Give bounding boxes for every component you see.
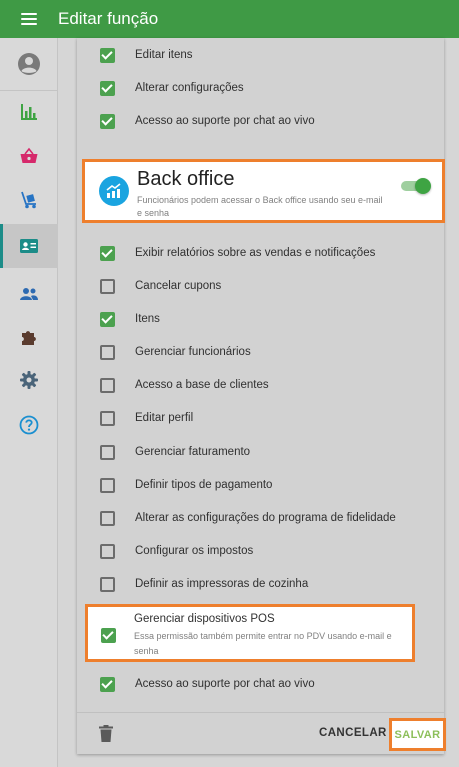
permission-label: Itens [135, 313, 160, 325]
permission-row[interactable]: Definir tipos de pagamento [77, 476, 444, 494]
cancel-button[interactable]: CANCELAR [319, 727, 387, 739]
save-button[interactable]: SALVAR [389, 718, 446, 751]
back-office-toggle[interactable] [401, 178, 431, 194]
permission-row[interactable]: Acesso ao suporte por chat ao vivo [77, 675, 444, 693]
permission-row[interactable]: Acesso ao suporte por chat ao vivo [77, 112, 444, 130]
permission-row[interactable]: Editar perfil [77, 409, 444, 427]
permission-label: Configurar os impostos [135, 545, 254, 557]
permission-row[interactable]: Alterar as configurações do programa de … [77, 509, 444, 527]
permission-row[interactable]: Editar itens [77, 46, 444, 64]
page-title: Editar função [58, 9, 159, 28]
permission-row[interactable]: Cancelar cupons [77, 277, 444, 295]
permission-row[interactable]: Exibir relatórios sobre as vendas e noti… [77, 244, 444, 262]
back-office-title: Back office [137, 168, 235, 190]
checkbox-unchecked[interactable] [100, 444, 115, 460]
permission-label: Gerenciar faturamento [135, 446, 251, 458]
permission-label: Editar itens [135, 49, 193, 61]
permission-description: Essa permissão também permite entrar no … [134, 631, 392, 656]
permission-row[interactable]: Itens [77, 310, 444, 328]
checkbox-checked[interactable] [100, 245, 115, 261]
permission-label: Cancelar cupons [135, 280, 222, 292]
back-office-logo-icon [99, 176, 129, 206]
toggle-knob [415, 178, 431, 194]
sidebar-item-employees[interactable] [0, 224, 58, 268]
sidebar-item-customers[interactable] [0, 272, 58, 316]
sidebar-item-account[interactable] [0, 42, 58, 86]
permission-label: Definir tipos de pagamento [135, 479, 273, 491]
checkbox-unchecked[interactable] [100, 410, 115, 426]
settings-icon [20, 371, 38, 389]
sidebar-item-integrations[interactable] [0, 315, 58, 359]
checkbox-unchecked[interactable] [100, 477, 115, 493]
basket-icon [20, 147, 38, 163]
customers-icon [20, 288, 38, 300]
help-icon [19, 415, 39, 435]
checkbox-checked[interactable] [100, 80, 115, 96]
permission-label: Editar perfil [135, 412, 194, 424]
role-editor-card: Editar itens Alterar configurações Acess… [77, 38, 446, 754]
permission-row[interactable]: Configurar os impostos [77, 542, 444, 560]
app-bar: Editar função [0, 0, 459, 38]
back-office-header: Back office Funcionários podem acessar o… [82, 159, 445, 223]
sidebar-item-help[interactable] [0, 403, 58, 447]
permission-label: Acesso ao suporte por chat ao vivo [135, 115, 315, 127]
permission-label: Alterar configurações [135, 82, 244, 94]
avatar-icon [18, 53, 40, 75]
permission-label: Gerenciar funcionários [135, 346, 251, 358]
permission-row[interactable]: Gerenciar funcionários [77, 343, 444, 361]
permission-label: Gerenciar dispositivos POS [134, 613, 275, 625]
checkbox-checked[interactable] [100, 113, 115, 129]
inventory-icon [21, 191, 36, 209]
back-office-description: Funcionários podem acessar o Back office… [137, 195, 383, 218]
manage-pos-permission[interactable]: Gerenciar dispositivos POS Essa permissã… [85, 604, 415, 662]
permission-label: Acesso a base de clientes [135, 379, 269, 391]
permission-label: Exibir relatórios sobre as vendas e noti… [135, 247, 376, 259]
card-footer: CANCELAR SALVAR [77, 712, 446, 754]
checkbox-unchecked[interactable] [100, 576, 115, 592]
save-button-label: SALVAR [394, 728, 441, 741]
checkbox-checked[interactable] [100, 676, 115, 692]
checkbox-unchecked[interactable] [100, 278, 115, 294]
checkbox-unchecked[interactable] [100, 543, 115, 559]
checkbox-unchecked[interactable] [100, 510, 115, 526]
sidebar-item-reports[interactable] [0, 90, 58, 134]
checkbox-checked[interactable] [100, 47, 115, 63]
integrations-icon [22, 331, 36, 345]
checkbox-unchecked[interactable] [100, 344, 115, 360]
reports-icon [21, 104, 37, 120]
sidebar-item-sales[interactable] [0, 134, 58, 178]
permission-row[interactable]: Gerenciar faturamento [77, 443, 444, 461]
permission-label: Alterar as configurações do programa de … [135, 512, 396, 524]
permission-label: Acesso ao suporte por chat ao vivo [135, 678, 315, 690]
permission-row[interactable]: Acesso a base de clientes [77, 376, 444, 394]
hamburger-menu-icon[interactable] [21, 13, 37, 25]
permission-row[interactable]: Definir as impressoras de cozinha [77, 575, 444, 593]
sidebar-nav [0, 38, 58, 767]
checkbox-checked[interactable] [101, 628, 116, 643]
checkbox-unchecked[interactable] [100, 377, 115, 393]
sidebar-item-settings[interactable] [0, 358, 58, 402]
sidebar-item-inventory[interactable] [0, 178, 58, 222]
permission-label: Definir as impressoras de cozinha [135, 578, 309, 590]
employee-card-icon [20, 239, 38, 253]
permission-row[interactable]: Alterar configurações [77, 79, 444, 97]
checkbox-checked[interactable] [100, 311, 115, 327]
trash-icon[interactable] [99, 725, 113, 742]
